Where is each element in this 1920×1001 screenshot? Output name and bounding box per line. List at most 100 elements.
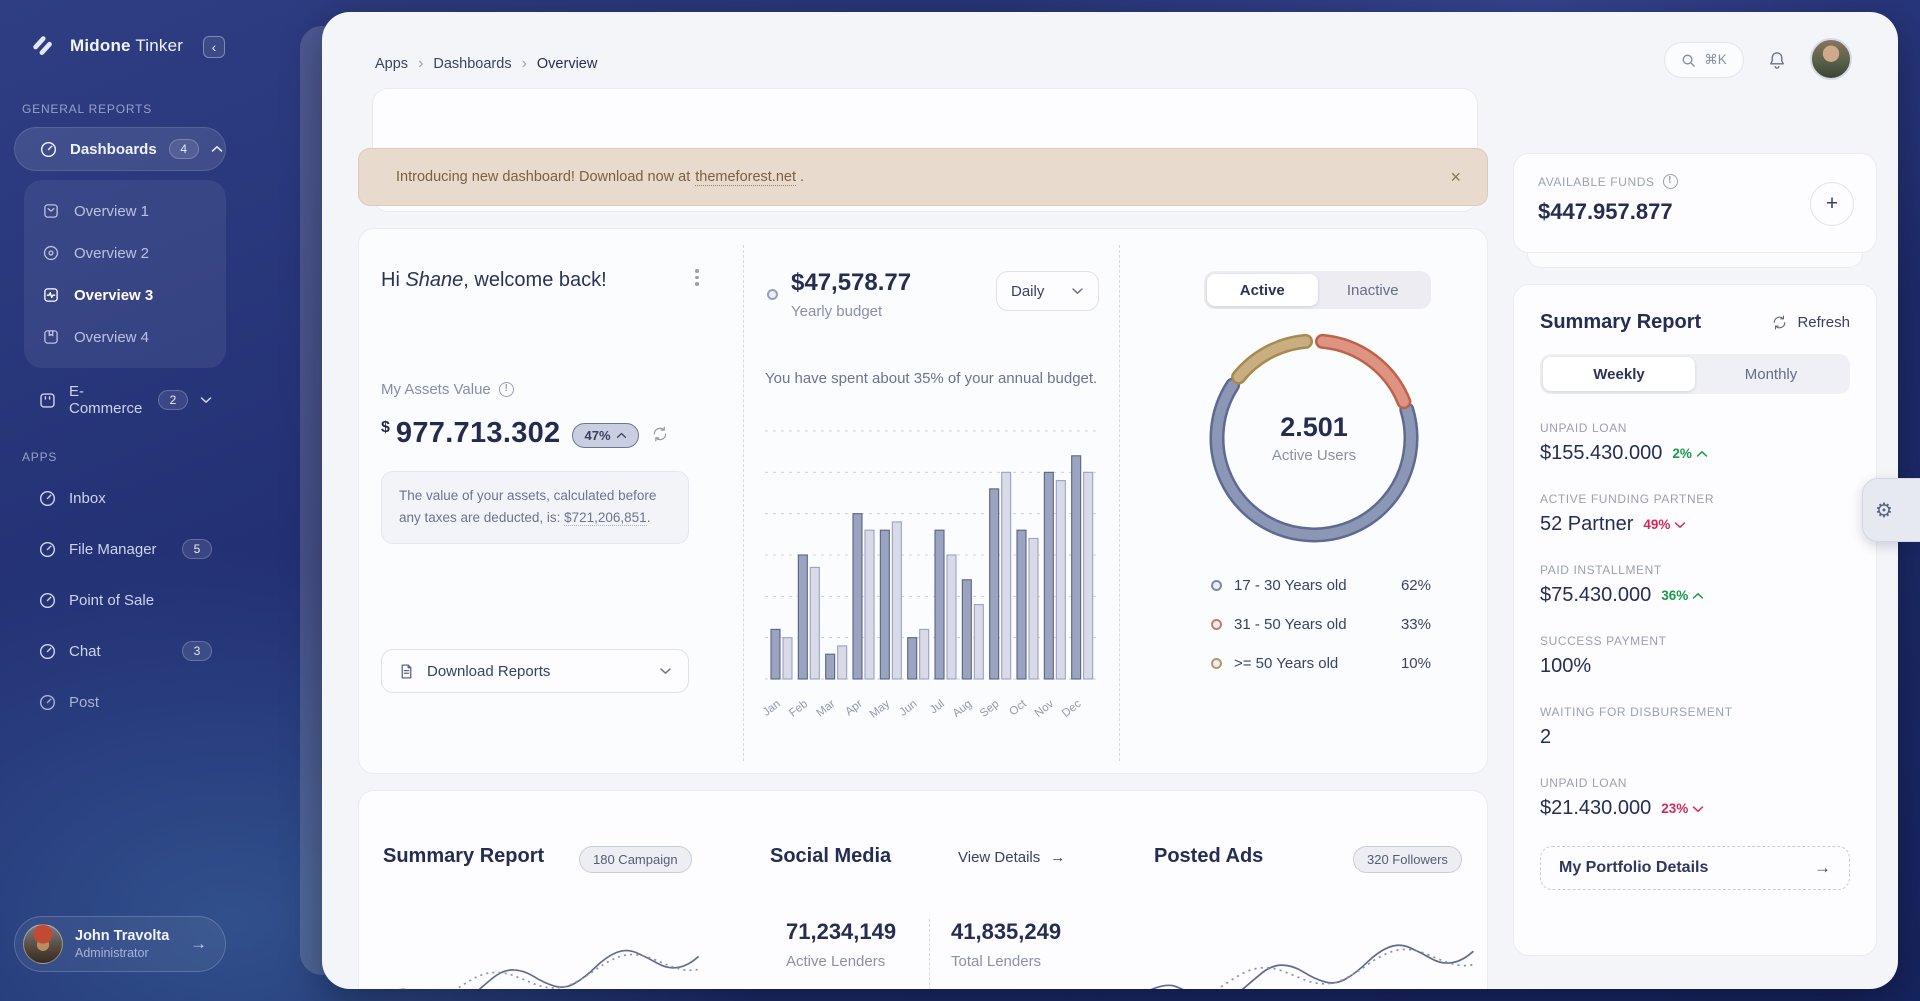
my-portfolio-details-button[interactable]: My Portfolio Details → xyxy=(1540,846,1850,890)
section-label-apps: APPS xyxy=(22,450,57,464)
profile-card[interactable]: John Travolta Administrator → xyxy=(14,916,226,972)
stacked-card xyxy=(1527,253,1863,268)
chevron-up-icon xyxy=(616,432,627,439)
ecommerce-count-badge: 2 xyxy=(158,390,188,410)
budget-description: You have spent about 35% of your annual … xyxy=(765,367,1101,390)
sidebar-item-label: File Manager xyxy=(69,541,157,558)
banner-link[interactable]: themeforest.net xyxy=(695,169,796,186)
kebab-menu-icon[interactable] xyxy=(689,269,705,291)
sidebar-collapse-button[interactable]: ‹ xyxy=(203,36,225,58)
chevron-down-icon xyxy=(1674,521,1686,529)
greeting-text: Hi Shane, welcome back! xyxy=(381,269,607,292)
sidebar-item-overview-3[interactable]: Overview 3 xyxy=(24,274,226,316)
breadcrumb: Apps › Dashboards › Overview xyxy=(375,56,597,72)
chat-count-badge: 3 xyxy=(182,641,212,661)
settings-panel-toggle[interactable]: ⚙ xyxy=(1862,478,1920,542)
svg-text:Feb: Feb xyxy=(787,698,810,720)
breadcrumb-apps[interactable]: Apps xyxy=(375,56,408,72)
tab-weekly[interactable]: Weekly xyxy=(1543,357,1695,391)
sidebar-item-overview-4[interactable]: Overview 4 xyxy=(24,316,226,358)
announcement-banner: Introducing new dashboard! Download now … xyxy=(358,148,1488,206)
sidebar-item-chat[interactable]: Chat 3 xyxy=(14,629,226,673)
sidebar-item-point-of-sale[interactable]: Point of Sale xyxy=(14,578,226,622)
panel-stat-success-payment: SUCCESS PAYMENT 100% xyxy=(1540,634,1850,678)
legend-bullet-icon xyxy=(1211,619,1222,630)
arrow-right-icon: → xyxy=(1814,858,1831,878)
sidebar-item-overview-2[interactable]: Overview 2 xyxy=(24,232,226,274)
main-content: Apps › Dashboards › Overview ⌘K Introduc… xyxy=(322,12,1898,989)
sidebar-item-inbox[interactable]: Inbox xyxy=(14,476,226,520)
assets-note-amount: $721,206,851 xyxy=(564,510,647,526)
chevron-up-icon xyxy=(1692,592,1704,600)
report-header: Summary Report Refresh xyxy=(1540,311,1850,334)
sidebar-item-post[interactable]: Post xyxy=(14,680,226,724)
refresh-icon xyxy=(1771,314,1788,331)
activity-icon xyxy=(42,286,60,304)
summary-row-card: Summary Report 180 Campaign Social Media… xyxy=(358,790,1488,989)
breadcrumb-overview[interactable]: Overview xyxy=(537,56,597,72)
posted-ads-title: Posted Ads xyxy=(1154,845,1263,868)
sidebar-item-overview-1[interactable]: Overview 1 xyxy=(24,190,226,232)
search-icon xyxy=(1681,53,1696,68)
refresh-icon[interactable] xyxy=(651,425,669,443)
chevron-left-icon: ‹ xyxy=(212,39,217,55)
breadcrumb-dashboards[interactable]: Dashboards xyxy=(433,56,511,72)
tab-inactive[interactable]: Inactive xyxy=(1318,274,1429,306)
download-reports-button[interactable]: Download Reports xyxy=(381,649,689,693)
gauge-icon xyxy=(38,540,57,559)
svg-text:Aug: Aug xyxy=(951,698,975,720)
search-input[interactable]: ⌘K xyxy=(1664,42,1744,78)
assets-change-badge[interactable]: 47% xyxy=(572,423,638,448)
total-lenders-label: Total Lenders xyxy=(951,953,1061,970)
info-icon[interactable]: ! xyxy=(499,382,514,397)
svg-text:May: May xyxy=(868,698,893,721)
bookmark-icon xyxy=(42,328,60,346)
active-lenders-label: Active Lenders xyxy=(786,953,896,970)
funds-value: $447.957.877 xyxy=(1538,199,1852,225)
add-funds-button[interactable]: + xyxy=(1810,182,1854,226)
sidebar-item-label: Inbox xyxy=(69,490,106,507)
summary-report-panel: Summary Report Refresh Weekly Monthly UN… xyxy=(1513,284,1877,956)
logo-row[interactable]: Midone Tinker xyxy=(30,33,183,59)
view-details-link[interactable]: View Details → xyxy=(958,849,1065,866)
chevron-down-icon xyxy=(200,396,212,404)
budget-period-value: Daily xyxy=(1011,283,1044,300)
svg-text:Jun: Jun xyxy=(898,698,920,719)
sidebar-item-file-manager[interactable]: File Manager 5 xyxy=(14,527,226,571)
sidebar-item-ecommerce[interactable]: E-Commerce 2 xyxy=(14,378,226,422)
notifications-bell-icon[interactable] xyxy=(1766,50,1788,72)
panel-stat-waiting-disbursement: WAITING FOR DISBURSEMENT 2 xyxy=(1540,705,1850,749)
gauge-icon xyxy=(38,642,57,661)
legend-item: 17 - 30 Years old 62% xyxy=(1211,577,1431,594)
user-avatar[interactable] xyxy=(1810,38,1852,80)
sidebar-item-label: Point of Sale xyxy=(69,592,154,609)
journal-icon xyxy=(42,202,60,220)
dashed-divider xyxy=(929,919,930,989)
assets-note: The value of your assets, calculated bef… xyxy=(381,471,689,544)
sidebar-item-label: Overview 1 xyxy=(74,203,149,220)
banner-text: Introducing new dashboard! Download now … xyxy=(396,169,690,185)
tab-monthly[interactable]: Monthly xyxy=(1695,357,1847,391)
sidebar-item-dashboards[interactable]: Dashboards 4 xyxy=(14,127,226,171)
svg-text:Oct: Oct xyxy=(1007,697,1029,718)
right-panel: AVAILABLE FUNDS ! $447.957.877 + Summary… xyxy=(1513,153,1877,956)
svg-text:Sep: Sep xyxy=(978,698,1002,720)
sidebar-item-label: Overview 4 xyxy=(74,329,149,346)
close-icon[interactable]: × xyxy=(1450,168,1461,186)
legend-bullet-icon xyxy=(1211,580,1222,591)
summary-sparkline-chart xyxy=(379,891,709,989)
info-icon[interactable]: ! xyxy=(1663,174,1678,189)
tab-active[interactable]: Active xyxy=(1207,274,1318,306)
brand-logo-icon xyxy=(30,33,56,59)
sidebar-item-label: Post xyxy=(69,694,99,711)
arrow-right-icon: → xyxy=(190,934,207,954)
panel-stat-funding-partner: ACTIVE FUNDING PARTNER 52 Partner 49% xyxy=(1540,492,1850,536)
budget-period-select[interactable]: Daily xyxy=(996,271,1099,311)
sidebar-item-label: Overview 2 xyxy=(74,245,149,262)
yearly-budget-value: $47,578.77 xyxy=(791,269,911,297)
budget-bar-chart: JanFebMarAprMayJunJulAugSepOctNovDec xyxy=(761,423,1109,739)
panel-stat-unpaid-loan: UNPAID LOAN $155.430.000 2% xyxy=(1540,421,1850,465)
refresh-button[interactable]: Refresh xyxy=(1771,314,1850,331)
total-lenders-value: 41,835,249 xyxy=(951,919,1061,945)
search-shortcut: ⌘K xyxy=(1704,52,1727,68)
